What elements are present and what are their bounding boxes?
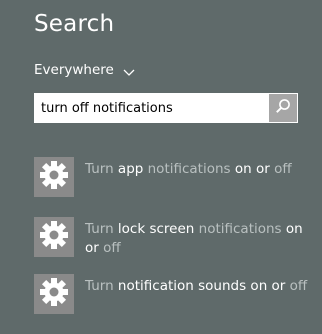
result-text-segment: off bbox=[103, 240, 121, 256]
search-result-label: Turn notification sounds on or off bbox=[85, 277, 310, 296]
search-icon bbox=[275, 98, 291, 118]
result-text-segment: notification sounds on or bbox=[117, 278, 290, 294]
page-title: Search bbox=[34, 11, 115, 37]
gear-icon bbox=[38, 159, 70, 195]
settings-tile bbox=[34, 157, 74, 197]
result-text-segment: lock screen bbox=[117, 221, 199, 237]
search-result-label: Turn app notifications on or off bbox=[85, 160, 310, 179]
search-box bbox=[34, 93, 298, 123]
settings-tile bbox=[34, 217, 74, 257]
result-text-segment: notifications bbox=[198, 221, 286, 237]
result-text-segment: off bbox=[289, 278, 308, 294]
result-text-segment: notifications bbox=[147, 161, 235, 177]
result-text-segment: Turn bbox=[85, 221, 118, 237]
search-button[interactable] bbox=[269, 94, 297, 122]
settings-tile bbox=[34, 274, 74, 314]
search-result-lock-screen-notifications[interactable]: Turn lock screen notifications on or off bbox=[34, 217, 314, 257]
search-scope-dropdown[interactable]: Everywhere bbox=[34, 60, 135, 80]
search-input[interactable] bbox=[35, 94, 267, 122]
result-text-segment: Turn bbox=[85, 278, 118, 294]
search-scope-label: Everywhere bbox=[34, 62, 114, 78]
search-result-app-notifications[interactable]: Turn app notifications on or off bbox=[34, 157, 314, 197]
search-result-label: Turn lock screen notifications on or off bbox=[85, 220, 310, 258]
search-result-notification-sounds[interactable]: Turn notification sounds on or off bbox=[34, 274, 314, 314]
chevron-down-icon bbox=[123, 65, 135, 76]
gear-icon bbox=[38, 276, 70, 312]
result-text-segment: Turn bbox=[85, 161, 118, 177]
result-text-segment: on or bbox=[234, 161, 275, 177]
gear-icon bbox=[38, 219, 70, 255]
result-text-segment: off bbox=[274, 161, 292, 177]
result-text-segment: app bbox=[117, 161, 148, 177]
